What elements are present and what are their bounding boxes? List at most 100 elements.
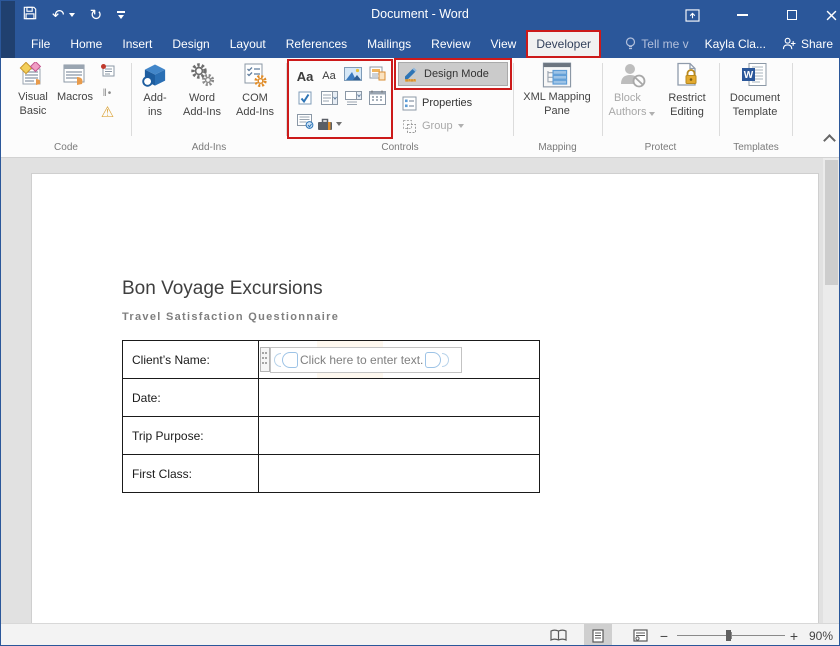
scrollbar-thumb[interactable]: [825, 160, 838, 285]
restrict-editing-button[interactable]: Restrict Editing: [661, 62, 713, 120]
pause-recording-button[interactable]: ‖•: [103, 88, 113, 99]
group-divider: [719, 63, 720, 136]
word-add-ins-button[interactable]: Word Add-Ins: [177, 62, 227, 120]
maximize-button[interactable]: [777, 1, 807, 29]
doc-subheading[interactable]: Travel Satisfaction Questionnaire: [122, 311, 339, 323]
redo-button[interactable]: ↻: [90, 8, 103, 23]
group-caret-icon: [458, 124, 464, 128]
add-ins-button[interactable]: Add- ins: [135, 62, 175, 120]
svg-text:W: W: [744, 70, 754, 81]
controls-grid-annotation-box: [287, 59, 393, 139]
tab-file[interactable]: File: [21, 30, 60, 58]
tab-mailings[interactable]: Mailings: [357, 30, 421, 58]
table-row: First Class:: [123, 455, 540, 493]
undo-icon: ↶: [52, 8, 65, 23]
document-template-button[interactable]: W Document Template: [723, 62, 787, 120]
tell-me-label: Tell me v: [641, 37, 688, 51]
row-value-cell[interactable]: [259, 379, 540, 417]
content-control-drag-handle[interactable]: [260, 347, 270, 372]
title-bar: ↶ ↻ Document - Word: [1, 1, 839, 29]
table-row: Trip Purpose:: [123, 417, 540, 455]
app-edge: [1, 1, 15, 58]
content-control-end-tag-icon: [425, 352, 441, 368]
document-template-icon: W: [740, 62, 770, 89]
word-add-ins-gears-icon: [188, 62, 216, 89]
row-label-cell[interactable]: Client’s Name:: [123, 341, 259, 379]
qat-customize-icon: [117, 11, 125, 13]
undo-button[interactable]: ↶: [52, 8, 75, 23]
lightbulb-icon: [625, 37, 636, 51]
web-layout-button[interactable]: [626, 624, 654, 646]
ribbon-tab-bar: File Home Insert Design Layout Reference…: [1, 29, 839, 58]
tab-developer[interactable]: Developer: [526, 30, 601, 58]
tab-view[interactable]: View: [481, 30, 527, 58]
content-control-placeholder[interactable]: Click here to enter text.: [299, 353, 424, 367]
xml-mapping-pane-button[interactable]: XML Mapping Pane: [517, 62, 597, 119]
read-mode-button[interactable]: [544, 624, 572, 646]
tab-insert[interactable]: Insert: [112, 30, 162, 58]
row-label-cell[interactable]: Trip Purpose:: [123, 417, 259, 455]
save-icon[interactable]: [23, 6, 37, 25]
tab-references[interactable]: References: [276, 30, 357, 58]
com-add-ins-button[interactable]: COM Add-Ins: [229, 62, 281, 120]
block-authors-button[interactable]: Block Authors: [607, 62, 657, 120]
vertical-scrollbar[interactable]: [823, 158, 840, 623]
row-label-cell[interactable]: Date:: [123, 379, 259, 417]
zoom-slider[interactable]: [677, 635, 785, 636]
visual-basic-button[interactable]: Visual Basic: [11, 62, 55, 119]
restrict-editing-icon: [674, 62, 700, 89]
macro-security-button[interactable]: ⚠: [101, 105, 114, 120]
minimize-icon: [737, 14, 748, 16]
document-area: Bon Voyage Excursions Travel Satisfactio…: [1, 158, 839, 623]
ribbon-display-options-button[interactable]: [677, 1, 707, 29]
share-button[interactable]: Share: [782, 37, 833, 51]
tell-me-box[interactable]: Tell me v: [625, 37, 688, 51]
group-divider: [513, 63, 514, 136]
share-label: Share: [801, 37, 833, 51]
properties-button[interactable]: Properties: [402, 92, 472, 114]
macros-button[interactable]: Macros: [53, 62, 97, 105]
properties-icon: [402, 96, 417, 111]
print-layout-button[interactable]: [584, 624, 612, 646]
collapse-ribbon-icon[interactable]: [825, 133, 833, 141]
status-bar: − + 90%: [1, 623, 839, 646]
properties-label: Properties: [422, 97, 472, 109]
record-macro-button[interactable]: [100, 64, 115, 82]
document-page[interactable]: Bon Voyage Excursions Travel Satisfactio…: [31, 173, 819, 623]
row-value-cell[interactable]: [259, 455, 540, 493]
table-row: Client’s Name: Click here to enter text.: [123, 341, 540, 379]
group-button[interactable]: Group: [402, 116, 464, 136]
close-icon: [826, 10, 837, 21]
com-add-ins-icon: [241, 62, 269, 89]
tab-home[interactable]: Home: [60, 30, 112, 58]
zoom-slider-thumb[interactable]: [726, 630, 731, 641]
tab-layout[interactable]: Layout: [220, 30, 276, 58]
zoom-out-button[interactable]: −: [657, 624, 671, 646]
row-value-cell[interactable]: Click here to enter text.: [259, 341, 540, 379]
document-template-label: Document Template: [730, 92, 780, 120]
tab-review[interactable]: Review: [421, 30, 480, 58]
table-row: Date:: [123, 379, 540, 417]
content-control-end-arc-icon: [442, 353, 449, 367]
undo-caret-icon: [69, 13, 75, 17]
maximize-icon: [787, 10, 797, 20]
content-control[interactable]: Click here to enter text.: [270, 347, 462, 373]
account-name[interactable]: Kayla Cla...: [705, 37, 766, 51]
quick-access-toolbar: ↶ ↻: [23, 1, 125, 29]
zoom-in-button[interactable]: +: [787, 624, 801, 646]
close-button[interactable]: [821, 1, 840, 29]
minimize-button[interactable]: [727, 1, 757, 29]
group-label-templates: Templates: [721, 142, 791, 153]
zoom-level[interactable]: 90%: [805, 624, 837, 646]
add-ins-cube-icon: [141, 62, 169, 89]
tab-design[interactable]: Design: [162, 30, 219, 58]
xml-mapping-icon: [542, 62, 572, 88]
row-value-cell[interactable]: [259, 417, 540, 455]
row-label-cell[interactable]: First Class:: [123, 455, 259, 493]
window-title: Document - Word: [1, 7, 839, 21]
restrict-editing-label: Restrict Editing: [668, 92, 705, 120]
block-authors-caret-icon: [649, 112, 655, 116]
qat-customize-button[interactable]: [117, 11, 125, 19]
read-mode-icon: [550, 629, 567, 642]
doc-heading[interactable]: Bon Voyage Excursions: [122, 278, 323, 300]
